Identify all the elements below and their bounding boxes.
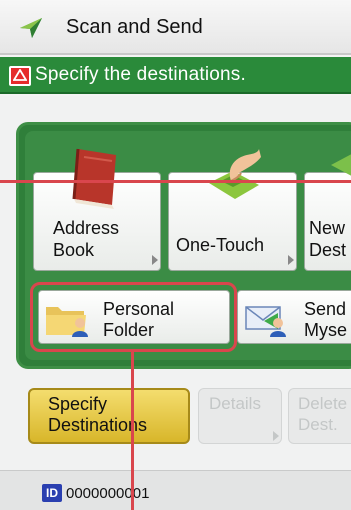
- warning-icon: [9, 66, 31, 86]
- address-book-icon: [64, 145, 126, 211]
- title-bar: Scan and Send: [0, 0, 351, 55]
- specify-destinations-label-1: Specify: [48, 394, 108, 414]
- scan-send-icon: [18, 14, 44, 40]
- send-myself-label-1: Send: [304, 299, 347, 319]
- department-id: 0000000001: [66, 485, 150, 502]
- specify-destinations-button[interactable]: Specify Destinations: [28, 388, 190, 444]
- callout-vertical-line: [131, 352, 134, 510]
- callout-horizontal-line: [0, 180, 351, 183]
- address-book-button[interactable]: Address Book: [33, 148, 161, 271]
- one-touch-button[interactable]: One-Touch: [168, 149, 297, 271]
- new-destination-label-1: New: [309, 218, 346, 238]
- delete-destination-button[interactable]: Delete Dest.: [288, 388, 351, 444]
- delete-destination-label-2: Dest.: [298, 415, 338, 434]
- delete-destination-label-1: Delete: [298, 394, 348, 413]
- details-label: Details: [209, 394, 261, 413]
- one-touch-icon: [203, 143, 263, 205]
- message-text: Specify the destinations.: [35, 64, 246, 85]
- chevron-right-icon: [152, 255, 158, 265]
- chevron-right-icon: [288, 255, 294, 265]
- send-myself-icon: [244, 301, 288, 339]
- send-to-myself-button[interactable]: Send Myse: [237, 290, 351, 344]
- new-destination-button[interactable]: New Dest: [304, 154, 351, 271]
- scan-and-send-screen: Scan and Send Specify the destinations. …: [0, 0, 351, 510]
- message-bar: Specify the destinations.: [0, 57, 351, 94]
- address-book-label-1: Address: [53, 218, 120, 238]
- details-button[interactable]: Details: [198, 388, 282, 444]
- one-touch-label: One-Touch: [176, 235, 265, 255]
- screen-title: Scan and Send: [66, 16, 203, 38]
- send-myself-label-2: Myse: [304, 320, 348, 340]
- chevron-right-icon: [273, 431, 279, 441]
- new-destination-icon: [331, 145, 351, 185]
- new-destination-label-2: Dest: [309, 240, 347, 260]
- address-book-label-2: Book: [53, 240, 95, 260]
- id-icon: ID: [42, 484, 62, 502]
- callout-highlight-box: [30, 282, 237, 352]
